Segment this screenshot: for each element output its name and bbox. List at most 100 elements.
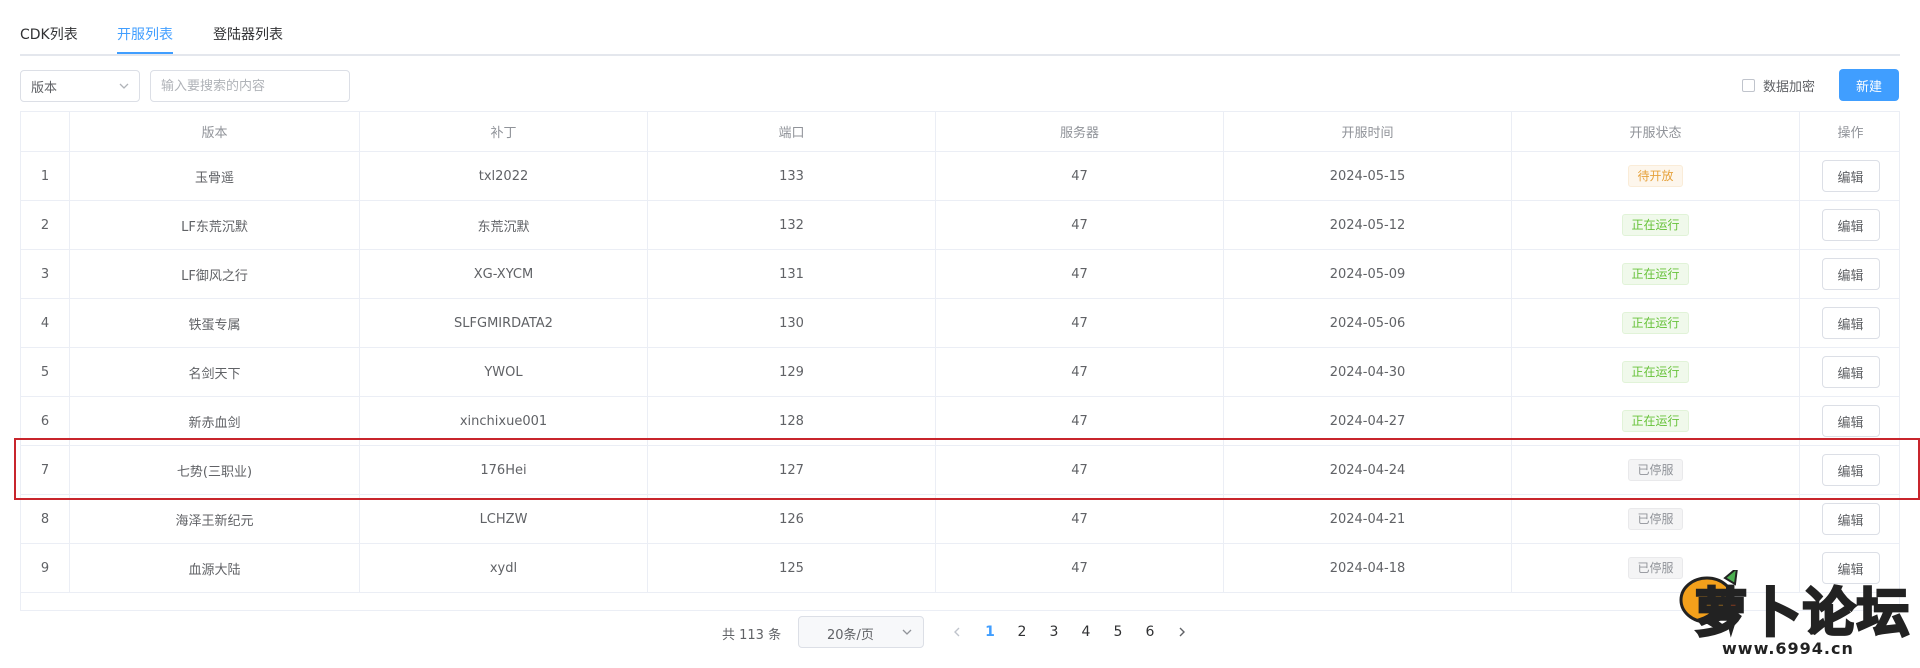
row-open-time: 2024-04-21	[1224, 495, 1512, 543]
edit-button[interactable]: 编辑	[1821, 160, 1880, 192]
watermark-url: www.6994.cn	[1722, 639, 1854, 658]
tab-cdk-list[interactable]: CDK列表	[20, 24, 78, 46]
status-badge: 正在运行	[1622, 312, 1689, 334]
row-server: 47	[936, 201, 1224, 249]
row-port: 126	[648, 495, 936, 543]
next-page-icon[interactable]	[1175, 625, 1189, 639]
row-server: 47	[936, 348, 1224, 396]
pagination-total: 共 113 条	[722, 628, 782, 643]
row-open-time: 2024-04-18	[1224, 544, 1512, 592]
header-open-time: 开服时间	[1224, 112, 1512, 151]
row-open-time: 2024-04-27	[1224, 397, 1512, 445]
row-port: 130	[648, 299, 936, 347]
page-number[interactable]: 2	[1010, 621, 1034, 643]
tab-launcher-list[interactable]: 登陆器列表	[213, 24, 283, 46]
row-version: 玉骨遥	[70, 152, 360, 200]
row-server: 47	[936, 495, 1224, 543]
search-input[interactable]	[150, 70, 350, 102]
encrypt-label: 数据加密	[1763, 80, 1816, 95]
status-badge: 已停服	[1628, 459, 1683, 481]
header-patch: 补丁	[360, 112, 648, 151]
table-row: 3 LF御风之行 XG-XYCM 131 47 2024-05-09 正在运行 编辑	[21, 250, 1899, 299]
new-button[interactable]: 新建	[1839, 69, 1899, 101]
table-header: 版本 补丁 端口 服务器 开服时间 开服状态 操作	[21, 112, 1899, 152]
row-port: 128	[648, 397, 936, 445]
row-port: 132	[648, 201, 936, 249]
edit-button[interactable]: 编辑	[1821, 307, 1880, 339]
status-badge: 正在运行	[1622, 214, 1689, 236]
status-badge: 已停服	[1628, 508, 1683, 530]
page-number[interactable]: 6	[1138, 621, 1162, 643]
page-number[interactable]: 5	[1106, 621, 1130, 643]
encrypt-checkbox[interactable]	[1742, 79, 1755, 92]
header-status: 开服状态	[1512, 112, 1800, 151]
row-patch: LCHZW	[360, 495, 648, 543]
row-index: 3	[21, 250, 70, 298]
table-row: 2 LF东荒沉默 东荒沉默 132 47 2024-05-12 正在运行 编辑	[21, 201, 1899, 250]
table-row: 6 新赤血剑 xinchixue001 128 47 2024-04-27 正在运行 编辑	[21, 397, 1899, 446]
header-version: 版本	[70, 112, 360, 151]
row-index: 4	[21, 299, 70, 347]
row-version: LF东荒沉默	[70, 201, 360, 249]
page-number[interactable]: 4	[1074, 621, 1098, 643]
table-row: 8 海泽王新纪元 LCHZW 126 47 2024-04-21 已停服 编辑	[21, 495, 1899, 544]
row-actions: 编辑	[1800, 446, 1899, 494]
page-number[interactable]: 3	[1042, 621, 1066, 643]
active-tab-indicator	[117, 52, 173, 54]
row-actions: 编辑	[1800, 397, 1899, 445]
row-server: 47	[936, 152, 1224, 200]
edit-button[interactable]: 编辑	[1821, 503, 1880, 535]
row-open-time: 2024-04-30	[1224, 348, 1512, 396]
table-row: 4 铁蛋专属 SLFGMIRDATA2 130 47 2024-05-06 正在运行 编辑	[21, 299, 1899, 348]
row-patch: xinchixue001	[360, 397, 648, 445]
row-port: 125	[648, 544, 936, 592]
row-open-time: 2024-05-06	[1224, 299, 1512, 347]
row-version: LF御风之行	[70, 250, 360, 298]
row-status: 待开放	[1512, 152, 1800, 200]
row-server: 47	[936, 299, 1224, 347]
row-status: 已停服	[1512, 495, 1800, 543]
row-index: 5	[21, 348, 70, 396]
header-actions: 操作	[1837, 126, 1864, 141]
row-status: 正在运行	[1512, 348, 1800, 396]
row-server: 47	[936, 544, 1224, 592]
edit-button[interactable]: 编辑	[1821, 258, 1880, 290]
row-patch: XG-XYCM	[360, 250, 648, 298]
header-port: 端口	[648, 112, 936, 151]
tab-server-list[interactable]: 开服列表	[117, 24, 173, 46]
row-index: 2	[21, 201, 70, 249]
row-status: 正在运行	[1512, 250, 1800, 298]
row-index: 8	[21, 495, 70, 543]
row-version: 七势(三职业)	[70, 446, 360, 494]
row-version: 名剑天下	[70, 348, 360, 396]
edit-button[interactable]: 编辑	[1821, 356, 1880, 388]
row-status: 已停服	[1512, 446, 1800, 494]
version-select-value: 版本	[31, 81, 58, 96]
row-version: 海泽王新纪元	[70, 495, 360, 543]
row-patch: txl2022	[360, 152, 648, 200]
page-number[interactable]: 1	[978, 621, 1002, 643]
prev-page-icon[interactable]	[950, 625, 964, 639]
version-select[interactable]: 版本	[20, 70, 140, 102]
row-actions: 编辑	[1800, 152, 1899, 200]
status-badge: 正在运行	[1622, 263, 1689, 285]
row-actions: 编辑	[1800, 348, 1899, 396]
row-server: 47	[936, 250, 1224, 298]
row-open-time: 2024-04-24	[1224, 446, 1512, 494]
row-index: 6	[21, 397, 70, 445]
status-badge: 正在运行	[1622, 361, 1689, 383]
status-badge: 正在运行	[1622, 410, 1689, 432]
chevron-down-icon	[902, 629, 912, 635]
table-row: 1 玉骨遥 txl2022 133 47 2024-05-15 待开放 编辑	[21, 152, 1899, 201]
edit-button[interactable]: 编辑	[1821, 209, 1880, 241]
row-index: 9	[21, 544, 70, 592]
chevron-down-icon	[119, 83, 129, 89]
page-size-select[interactable]: 20条/页	[798, 616, 924, 648]
row-port: 129	[648, 348, 936, 396]
row-patch: xydl	[360, 544, 648, 592]
row-actions: 编辑	[1800, 250, 1899, 298]
edit-button[interactable]: 编辑	[1821, 454, 1880, 486]
table-row: 9 血源大陆 xydl 125 47 2024-04-18 已停服 编辑	[21, 544, 1899, 593]
edit-button[interactable]: 编辑	[1821, 405, 1880, 437]
status-badge: 待开放	[1628, 165, 1683, 187]
